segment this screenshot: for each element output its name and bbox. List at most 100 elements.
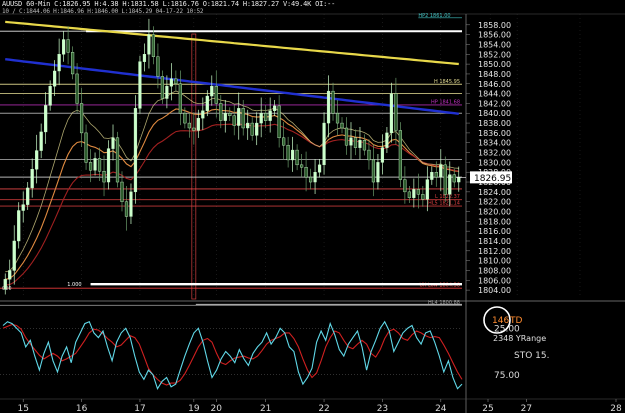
- candle-body-43: [196, 117, 200, 131]
- y-tick-label-26: 1806.00: [478, 276, 511, 285]
- candle-body-11: [53, 70, 57, 87]
- sto-level-label-75: 75.00: [494, 371, 520, 381]
- candle-body-34: [156, 56, 160, 77]
- candle-body-38: [174, 78, 178, 84]
- x-tick-label-9: 25: [482, 404, 493, 413]
- ma-red-line: [5, 123, 459, 286]
- candle-body-18: [84, 132, 88, 163]
- candle-body-66: [300, 164, 304, 168]
- candle-body-39: [178, 83, 182, 114]
- candle-body-25: [115, 137, 120, 183]
- y-tick-label-21: 1816.00: [478, 227, 511, 236]
- y-tick-label-17: 1824.00: [478, 188, 511, 197]
- candle-body-80: [362, 140, 367, 151]
- y-tick-label-6: 1846.00: [478, 80, 511, 89]
- y-tick-label-4: 1850.00: [478, 60, 511, 69]
- candle-body-78: [353, 137, 358, 148]
- candle-body-13: [62, 39, 66, 55]
- candle-body-29: [133, 108, 138, 193]
- top-level-tag: HP2 1861.00: [418, 13, 450, 19]
- sto-d-line: [2, 323, 463, 386]
- y-tick-label-20: 1818.00: [478, 217, 511, 226]
- candle-body-33: [151, 34, 156, 57]
- candle-body-61: [277, 105, 281, 139]
- candle-body-93: [421, 194, 425, 200]
- y-tick-label-3: 1852.00: [478, 50, 511, 59]
- candle-body-24: [111, 137, 115, 149]
- level-label-3: HP 1841.68: [431, 99, 460, 105]
- x-tick-label-5: 21: [260, 404, 271, 413]
- price-chart[interactable]: 1858.001856.001854.001852.001850.001848.…: [0, 0, 625, 413]
- candle-body-74: [335, 113, 340, 124]
- candle-body-28: [129, 191, 133, 217]
- candle-body-65: [295, 149, 299, 166]
- candle-body-31: [142, 54, 147, 62]
- candle-body-76: [344, 127, 349, 146]
- candle-body-1: [8, 270, 12, 280]
- candle-body-51: [232, 115, 236, 126]
- candle-body-68: [308, 176, 313, 183]
- candle-body-2: [12, 240, 16, 271]
- x-tick-label-4: 20: [211, 404, 223, 413]
- candle-body-64: [291, 149, 295, 161]
- level-label-9: HL5 1821.14: [428, 201, 460, 207]
- x-tick-label-8: 24: [435, 404, 447, 413]
- y-tick-label-11: 1836.00: [478, 129, 511, 138]
- level-label-8: L 1822.37: [435, 194, 460, 200]
- candle-body-44: [201, 110, 205, 119]
- chart-window: AUUSD 60-Min C:1826.95 H:4.38 H:1831.58 …: [0, 0, 625, 413]
- candle-body-21: [97, 158, 102, 172]
- candle-body-89: [403, 179, 407, 193]
- candle-body-86: [389, 93, 393, 134]
- candle-body-14: [66, 39, 70, 53]
- candle-body-17: [79, 103, 84, 134]
- candle-body-50: [228, 113, 232, 116]
- y-tick-label-13: 1832.00: [478, 149, 511, 158]
- candle-body-6: [30, 169, 34, 189]
- candle-body-88: [398, 130, 402, 180]
- candle-body-100: [452, 174, 456, 183]
- level-label-11: HL4 1800.88: [428, 300, 460, 306]
- y-tick-label-27: 1804.00: [478, 286, 511, 295]
- candle-body-52: [237, 108, 241, 126]
- y-tick-label-0: 1858.00: [478, 21, 511, 30]
- candle-body-83: [376, 162, 380, 183]
- y-tick-label-18: 1822.00: [478, 198, 511, 207]
- y-tick-label-8: 1842.00: [478, 99, 511, 108]
- candle-body-35: [160, 76, 164, 99]
- candle-body-47: [214, 86, 218, 104]
- candle-body-48: [219, 103, 223, 121]
- current-price-label: 1826.95: [474, 174, 511, 184]
- candle-body-30: [138, 61, 142, 109]
- candle-body-70: [317, 164, 322, 173]
- candle-body-95: [430, 172, 434, 180]
- candle-body-23: [106, 148, 111, 183]
- candle-body-26: [120, 181, 124, 202]
- candle-body-7: [35, 150, 39, 170]
- x-tick-label-3: 19: [188, 404, 200, 413]
- candle-body-36: [165, 86, 169, 99]
- candle-body-101: [457, 177, 461, 183]
- candle-body-4: [21, 204, 25, 211]
- candle-body-37: [169, 78, 173, 87]
- y-tick-label-25: 1808.00: [478, 266, 511, 275]
- candles: [3, 18, 461, 295]
- x-tick-label-1: 16: [76, 404, 88, 413]
- candle-body-84: [380, 147, 385, 163]
- candle-body-27: [124, 201, 129, 217]
- candle-body-45: [205, 95, 209, 111]
- candle-body-99: [448, 174, 452, 195]
- y-tick-label-19: 1820.00: [478, 208, 511, 217]
- candle-body-72: [326, 90, 331, 124]
- candle-body-81: [367, 149, 371, 161]
- y-tick-label-10: 1838.00: [478, 119, 511, 128]
- candle-body-59: [268, 110, 272, 121]
- candle-body-92: [416, 189, 420, 195]
- x-tick-label-0: 15: [17, 404, 28, 413]
- y-tick-label-9: 1840.00: [478, 109, 511, 118]
- candle-body-73: [331, 90, 335, 114]
- candle-body-22: [102, 171, 106, 183]
- candle-body-85: [385, 132, 389, 148]
- candle-body-55: [250, 122, 254, 136]
- candle-body-67: [304, 167, 308, 178]
